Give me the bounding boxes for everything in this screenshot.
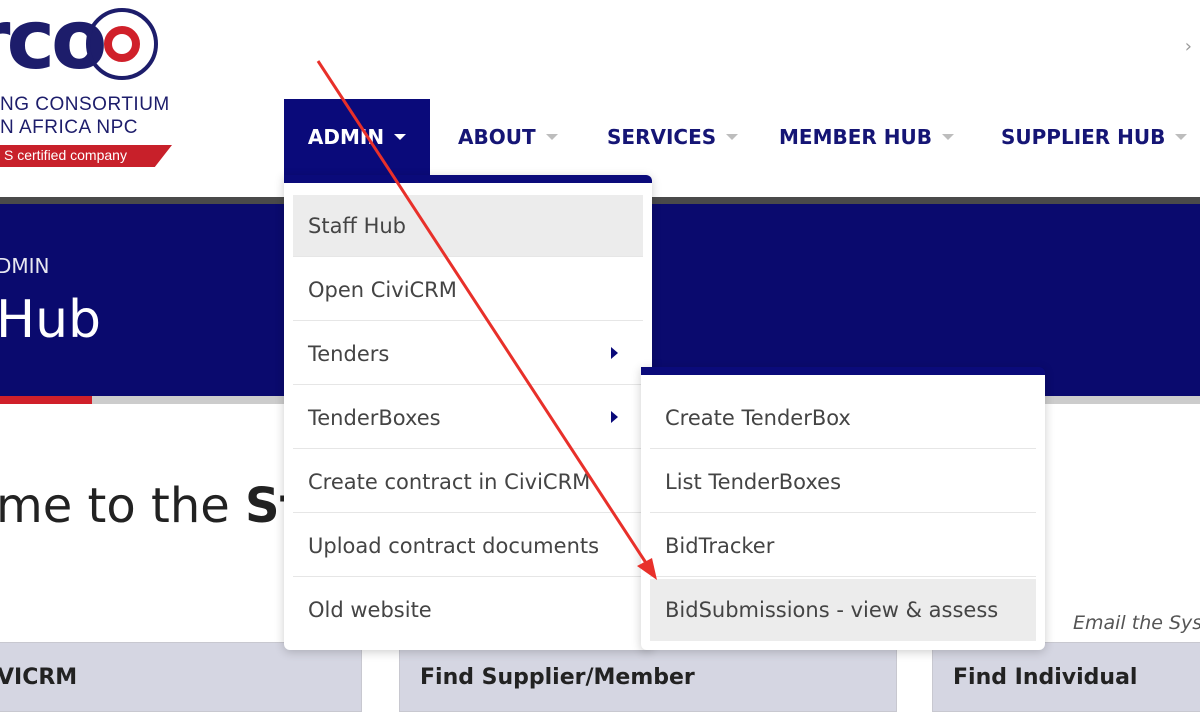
logo-certified-banner: S certified company xyxy=(0,145,172,167)
tenderboxes-submenu: Create TenderBox List TenderBoxes BidTra… xyxy=(641,367,1045,650)
logo-target-icon xyxy=(86,8,158,80)
caret-down-icon xyxy=(545,134,558,140)
page-title: Hub xyxy=(0,290,102,350)
menu-item-tenderboxes[interactable]: TenderBoxes xyxy=(293,387,643,449)
nav-services[interactable]: SERVICES xyxy=(607,99,739,175)
submenu-item-bidsubmissions[interactable]: BidSubmissions - view & assess xyxy=(650,579,1036,641)
menu-item-open-civicrm[interactable]: Open CiviCRM xyxy=(293,259,643,321)
nav-about-label: ABOUT xyxy=(458,125,536,149)
logo-tagline-1: NG CONSORTIUM xyxy=(0,94,170,115)
menu-item-label: Create contract in CiviCRM xyxy=(308,469,591,494)
card-find-individual[interactable]: Find Individual xyxy=(932,642,1200,712)
caret-down-icon xyxy=(941,134,954,140)
chevron-right-icon[interactable]: › xyxy=(1185,36,1192,57)
submenu-item-label: BidTracker xyxy=(665,533,775,558)
logo-tagline-2: N AFRICA NPC xyxy=(0,117,138,138)
menu-item-label: Old website xyxy=(308,598,432,622)
menu-item-staff-hub[interactable]: Staff Hub xyxy=(293,195,643,257)
caret-down-icon xyxy=(726,134,739,140)
breadcrumb[interactable]: DMIN xyxy=(0,254,50,278)
submenu-item-create-tenderbox[interactable]: Create TenderBox xyxy=(650,387,1036,449)
nav-member-hub-label: MEMBER HUB xyxy=(779,125,932,149)
caret-down-icon xyxy=(394,134,407,140)
submenu-item-label: BidSubmissions - view & assess xyxy=(665,598,999,622)
caret-right-icon xyxy=(611,347,618,359)
menu-item-upload-contract[interactable]: Upload contract documents xyxy=(293,515,643,577)
submenu-item-label: Create TenderBox xyxy=(665,405,851,430)
card-label: Find Individual xyxy=(953,665,1138,690)
submenu-item-list-tenderboxes[interactable]: List TenderBoxes xyxy=(650,451,1036,513)
menu-item-label: Staff Hub xyxy=(308,213,407,238)
nav-services-label: SERVICES xyxy=(607,125,717,149)
nav-supplier-hub-label: SUPPLIER HUB xyxy=(1001,125,1166,149)
menu-item-label: TenderBoxes xyxy=(308,405,441,430)
menu-item-label: Upload contract documents xyxy=(308,533,600,558)
card-find-supplier[interactable]: Find Supplier/Member xyxy=(399,642,897,712)
menu-item-label: Tenders xyxy=(308,341,390,366)
nav-admin-label: ADMIN xyxy=(307,125,385,149)
nav-supplier-hub[interactable]: SUPPLIER HUB xyxy=(1001,99,1188,175)
card-civicrm[interactable]: VICRM xyxy=(0,642,362,712)
logo-banner-text: S certified company xyxy=(4,147,127,163)
card-label: VICRM xyxy=(0,665,78,690)
card-label: Find Supplier/Member xyxy=(420,665,695,690)
nav-admin[interactable]: ADMIN xyxy=(284,99,430,175)
nav-member-hub[interactable]: MEMBER HUB xyxy=(779,99,954,175)
nav-about[interactable]: ABOUT xyxy=(458,99,558,175)
menu-item-label: Open CiviCRM xyxy=(308,277,457,302)
menu-item-tenders[interactable]: Tenders xyxy=(293,323,643,385)
admin-dropdown-menu: Staff Hub Open CiviCRM Tenders TenderBox… xyxy=(284,175,652,650)
email-note[interactable]: Email the Sys xyxy=(1073,612,1200,634)
hero-underline-accent xyxy=(0,396,92,404)
submenu-item-bidtracker[interactable]: BidTracker xyxy=(650,515,1036,577)
menu-item-create-contract[interactable]: Create contract in CiviCRM xyxy=(293,451,643,513)
caret-right-icon xyxy=(611,411,618,423)
site-logo[interactable]: rco NG CONSORTIUM N AFRICA NPC S certifi… xyxy=(0,0,260,180)
submenu-item-label: List TenderBoxes xyxy=(665,469,842,494)
menu-item-old-website[interactable]: Old website xyxy=(293,579,643,641)
caret-down-icon xyxy=(1175,134,1188,140)
welcome-prefix: me to the xyxy=(0,478,246,534)
